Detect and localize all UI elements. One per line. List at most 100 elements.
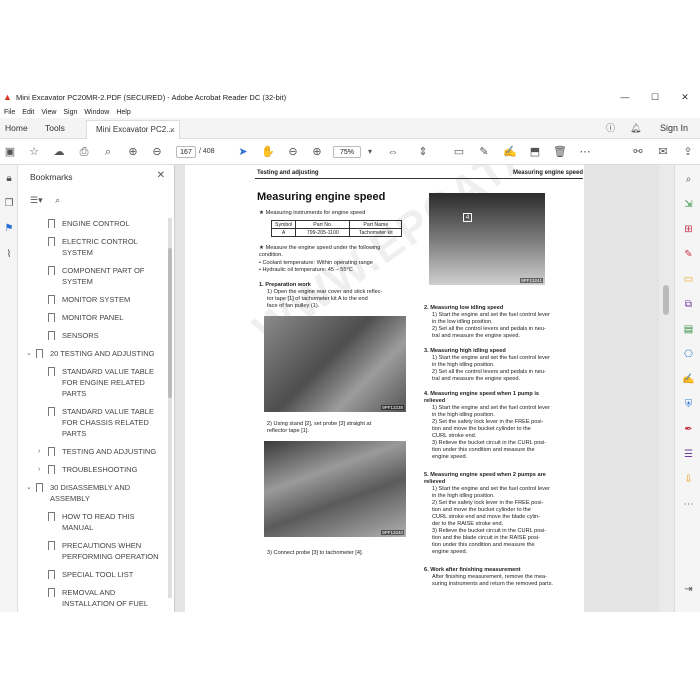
maximize-button[interactable]: ☐ [640, 88, 670, 106]
bookmark-search-icon[interactable]: ⌕ [55, 195, 60, 205]
bookmark-flag-icon [48, 447, 55, 456]
draw-icon[interactable]: ✍ [503, 145, 517, 159]
step4-3a: 3) Relieve the bucket circuit in the CUR… [432, 440, 547, 446]
menu-file[interactable]: File [4, 109, 15, 116]
menu-view[interactable]: View [41, 109, 56, 116]
more-tools-icon[interactable]: ⋯ [682, 498, 695, 511]
bookmark-item[interactable]: › TESTING AND ADJUSTING [38, 446, 168, 457]
bookmark-item[interactable]: REMOVAL AND INSTALLATION OF FUEL INJECTI… [38, 587, 168, 612]
zoom-out-icon[interactable]: ⊖ [286, 145, 300, 159]
close-window-button[interactable]: ✕ [670, 88, 700, 106]
email-icon[interactable]: ✉ [656, 145, 670, 159]
step5-2c: CURL stroke end and move the blade cylin… [432, 514, 540, 520]
chevron-down-icon[interactable]: ▾ [363, 145, 377, 159]
bookmarks-scroll-thumb[interactable] [168, 248, 172, 398]
menu-help[interactable]: Help [116, 109, 130, 116]
star-icon[interactable]: ☆ [27, 145, 41, 159]
upload-share-icon[interactable]: ⇪ [681, 145, 695, 159]
tab-close-icon[interactable]: × [170, 121, 175, 139]
tab-document[interactable]: Mini Excavator PC2... × [86, 120, 180, 139]
sign-in-button[interactable]: Sign In [660, 118, 688, 139]
help-icon[interactable]: ⓘ [606, 118, 615, 139]
bookmark-item[interactable]: COMPONENT PART OF SYSTEM [38, 265, 168, 287]
expand-chevron-icon[interactable]: › [38, 446, 46, 457]
stamp-icon[interactable]: ⬒ [528, 145, 542, 159]
comment-icon[interactable]: ▭ [452, 145, 466, 159]
scroll-mode-icon[interactable]: ⇕ [416, 145, 430, 159]
page-heading: Measuring engine speed [257, 191, 386, 203]
save-icon[interactable]: ▣ [3, 145, 17, 159]
bookmark-flag-icon [48, 541, 55, 550]
attachment-icon[interactable]: ⌇ [3, 249, 15, 261]
organize-pages-icon[interactable]: ▤ [682, 323, 695, 336]
bookmark-item[interactable]: ELECTRIC CONTROL SYSTEM [38, 236, 168, 258]
bookmark-item[interactable]: MONITOR SYSTEM [38, 294, 168, 305]
bookmark-item[interactable]: ENGINE CONTROL [38, 218, 168, 229]
bookmark-item[interactable]: ⌄ 20 TESTING AND ADJUSTING [26, 348, 156, 359]
hand-tool-icon[interactable]: ✋ [261, 145, 275, 159]
upload-cloud-icon[interactable]: ☁ [52, 145, 66, 159]
collapse-panel-icon[interactable]: ⇥ [682, 583, 695, 596]
page-number-input[interactable]: 167 [176, 146, 196, 158]
lock-icon[interactable]: 🔒︎ [3, 173, 15, 185]
bookmark-options-icon[interactable]: ☰▾ [30, 195, 43, 205]
highlight-pen-icon[interactable]: ✎ [477, 145, 491, 159]
menu-sign[interactable]: Sign [63, 109, 77, 116]
print-production-icon[interactable]: ⇩ [682, 473, 695, 486]
next-page-icon[interactable]: ⊖ [150, 145, 164, 159]
photo-tachometer-cab: 4 9PF13241 [429, 193, 545, 285]
protect-icon[interactable]: ⛨ [682, 398, 695, 411]
bookmarks-close-icon[interactable]: ✕ [157, 170, 165, 181]
expand-chevron-icon[interactable]: ⌄ [26, 348, 34, 359]
bookmark-item[interactable]: SPECIAL TOOL LIST [38, 569, 168, 580]
zoom-level-dropdown[interactable]: 75% [333, 146, 361, 158]
send-for-signature-icon[interactable]: ✒ [682, 423, 695, 436]
menu-window[interactable]: Window [84, 109, 109, 116]
bookmark-item[interactable]: PRECAUTIONS WHEN PERFORMING OPERATION [38, 540, 168, 562]
bookmark-item[interactable]: STANDARD VALUE TABLE FOR ENGINE RELATED … [38, 366, 168, 399]
zoom-search-icon[interactable]: ⌕ [101, 145, 115, 159]
menu-edit[interactable]: Edit [22, 109, 34, 116]
document-scrollbar[interactable] [659, 165, 674, 612]
pages-icon[interactable]: ❐ [3, 198, 15, 210]
page-header-right: Measuring engine speed [512, 170, 583, 176]
expand-chevron-icon[interactable]: › [38, 464, 46, 475]
combine-files-icon[interactable]: ⧉ [682, 298, 695, 311]
tab-home[interactable]: Home [5, 118, 28, 139]
share-link-icon[interactable]: ⚯ [631, 145, 645, 159]
zoom-in-icon[interactable]: ⊕ [310, 145, 324, 159]
comment-tool-icon[interactable]: ▭ [682, 273, 695, 286]
select-cursor-icon[interactable]: ➤ [236, 145, 250, 159]
delete-icon[interactable]: 🗑︎ [553, 145, 567, 159]
left-navigation-rail: 🔒︎ ❐ ⚑ ⌇ [0, 165, 18, 612]
bookmark-item[interactable]: HOW TO READ THIS MANUAL [38, 511, 168, 533]
fit-page-icon[interactable]: ⇔ [386, 145, 400, 159]
minimize-button[interactable]: — [610, 88, 640, 106]
bookmark-item[interactable]: › TROUBLESHOOTING [38, 464, 168, 475]
fill-sign-icon[interactable]: ✍ [682, 373, 695, 386]
create-pdf-icon[interactable]: ⊞ [682, 223, 695, 236]
previous-page-icon[interactable]: ⊕ [126, 145, 140, 159]
bookmark-flag-icon [36, 483, 43, 492]
step4-3b: tion under this condition and measure th… [432, 447, 535, 453]
scan-icon[interactable]: ⎔ [682, 348, 695, 361]
bookmark-item[interactable]: MONITOR PANEL [38, 312, 168, 323]
more-tools-icon[interactable]: ⋯ [578, 145, 592, 159]
print-icon[interactable]: ⎙ [77, 145, 91, 159]
expand-chevron-icon[interactable]: ⌄ [26, 482, 34, 493]
bookmark-item[interactable]: SENSORS [38, 330, 168, 341]
edit-pdf-icon[interactable]: ✎ [682, 248, 695, 261]
bookmarks-scrollbar[interactable] [168, 218, 172, 598]
document-scroll-thumb[interactable] [663, 285, 669, 315]
condition-2: • Hydraulic oil temperature: 45 – 55°C [259, 267, 353, 273]
notification-bell-icon[interactable]: 🔔︎ [630, 118, 641, 139]
bookmark-item[interactable]: ⌄ 30 DISASSEMBLY AND ASSEMBLY [26, 482, 156, 504]
bookmark-item[interactable]: STANDARD VALUE TABLE FOR CHASSIS RELATED… [38, 406, 168, 439]
zoom-tool-icon[interactable]: ⌕ [682, 173, 695, 186]
step1-3: 3) Connect probe [3] to tachometer [4]. [267, 550, 364, 556]
tab-tools[interactable]: Tools [45, 118, 65, 139]
bookmark-icon[interactable]: ⚑ [3, 223, 15, 235]
prepare-form-icon[interactable]: ☰ [682, 448, 695, 461]
export-pdf-icon[interactable]: ⇲ [682, 198, 695, 211]
step2-1b: in the low idling position. [432, 319, 493, 325]
